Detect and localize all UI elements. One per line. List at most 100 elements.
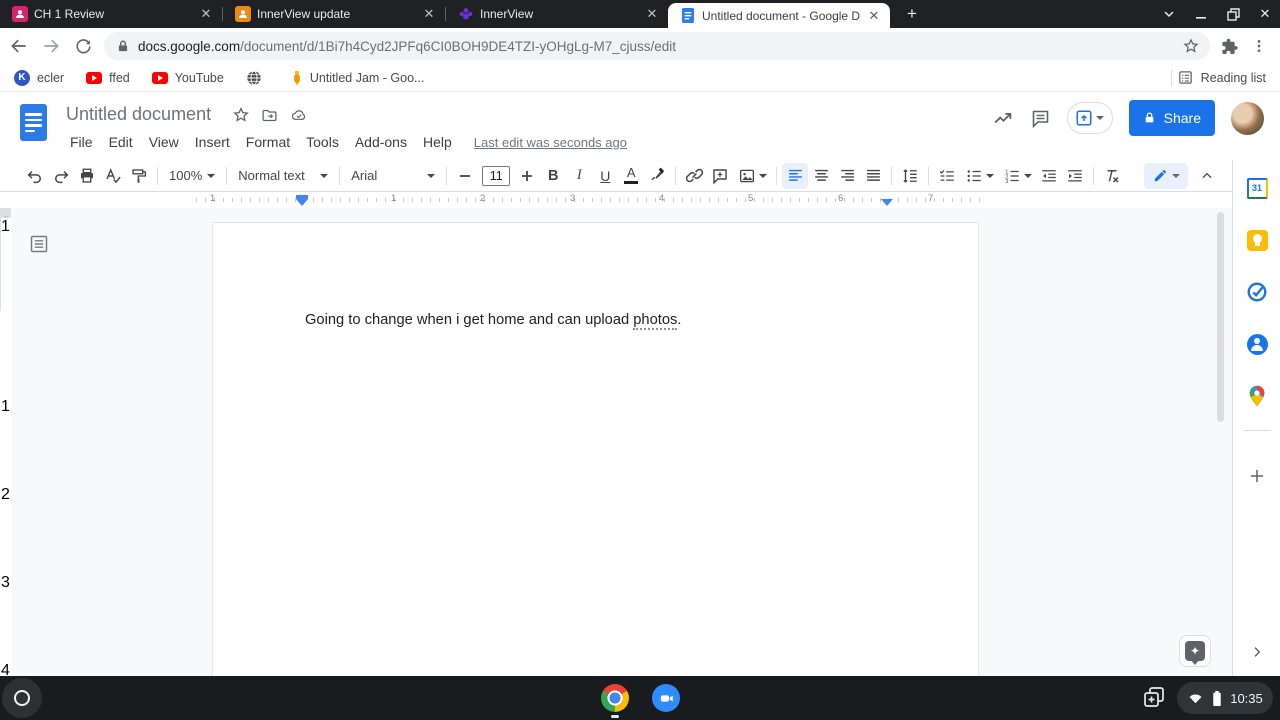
browser-menu-dots-icon[interactable] bbox=[1251, 38, 1267, 54]
menu-format[interactable]: Format bbox=[238, 132, 298, 152]
google-tasks-icon[interactable] bbox=[1245, 280, 1269, 304]
menu-file[interactable]: File bbox=[62, 132, 101, 152]
back-icon[interactable] bbox=[6, 33, 32, 59]
star-document-icon[interactable] bbox=[232, 106, 250, 124]
show-document-outline-button[interactable] bbox=[29, 234, 49, 254]
first-line-indent-marker[interactable] bbox=[296, 195, 308, 199]
menu-help[interactable]: Help bbox=[415, 132, 460, 152]
clear-formatting-button[interactable] bbox=[1099, 163, 1125, 189]
document-title[interactable]: Untitled document bbox=[66, 104, 211, 125]
status-tray[interactable]: 10:35 bbox=[1177, 682, 1273, 714]
hide-menus-button[interactable] bbox=[1194, 163, 1220, 189]
get-add-ons-button[interactable] bbox=[1245, 464, 1269, 488]
menu-edit[interactable]: Edit bbox=[101, 132, 141, 152]
menu-insert[interactable]: Insert bbox=[187, 132, 238, 152]
menu-view[interactable]: View bbox=[141, 132, 187, 152]
menu-tools[interactable]: Tools bbox=[298, 132, 347, 152]
tab-close-icon[interactable]: ✕ bbox=[644, 6, 660, 22]
hide-side-panel-button[interactable] bbox=[1245, 640, 1269, 664]
justify-button[interactable] bbox=[860, 163, 886, 189]
open-comments-icon[interactable] bbox=[1030, 108, 1051, 129]
editing-mode-button[interactable] bbox=[1144, 163, 1188, 189]
decrease-indent-button[interactable] bbox=[1036, 163, 1062, 189]
underline-button[interactable]: U bbox=[592, 163, 618, 189]
highlight-color-button[interactable] bbox=[644, 163, 670, 189]
extensions-puzzle-icon[interactable] bbox=[1220, 37, 1239, 56]
tab-close-icon[interactable]: ✕ bbox=[421, 6, 437, 22]
bold-button[interactable]: B bbox=[540, 163, 566, 189]
document-activity-icon[interactable] bbox=[992, 107, 1014, 129]
share-button[interactable]: Share bbox=[1129, 100, 1215, 136]
insert-image-button[interactable] bbox=[733, 163, 771, 189]
align-right-button[interactable] bbox=[834, 163, 860, 189]
forward-icon[interactable] bbox=[38, 33, 64, 59]
bookmark-youtube[interactable]: YouTube bbox=[152, 71, 224, 85]
checklist-button[interactable] bbox=[934, 163, 960, 189]
tab-untitled-document-active[interactable]: Untitled document - Google Docs ✕ bbox=[668, 3, 890, 28]
tab-innerview[interactable]: InnerView ✕ bbox=[446, 0, 668, 28]
menu-add-ons[interactable]: Add-ons bbox=[347, 132, 415, 152]
text-color-button[interactable]: A bbox=[618, 163, 644, 189]
google-maps-icon[interactable] bbox=[1245, 384, 1269, 408]
close-window-button[interactable]: ✕ bbox=[1256, 5, 1274, 23]
bookmark-label: YouTube bbox=[175, 71, 224, 85]
google-docs-logo-icon[interactable] bbox=[20, 104, 47, 141]
increase-indent-button[interactable] bbox=[1062, 163, 1088, 189]
align-center-button[interactable] bbox=[808, 163, 834, 189]
insert-link-button[interactable] bbox=[681, 163, 707, 189]
numbered-list-button[interactable]: 123 bbox=[998, 163, 1036, 189]
font-size-input[interactable]: 11 bbox=[482, 166, 510, 186]
bookmark-untitled-jam[interactable]: Untitled Jam - Goo... bbox=[291, 70, 425, 86]
tab-close-icon[interactable]: ✕ bbox=[866, 8, 882, 24]
address-bar[interactable]: docs.google.com/document/d/1Bi7h4Cyd2JPF… bbox=[104, 32, 1210, 60]
reload-icon[interactable] bbox=[70, 33, 96, 59]
decrease-font-size-button[interactable] bbox=[452, 163, 478, 189]
bookmark-star-icon[interactable] bbox=[1182, 37, 1200, 55]
bookmark-globe[interactable] bbox=[246, 70, 269, 86]
line-spacing-button[interactable] bbox=[897, 163, 923, 189]
tab-innerview-update[interactable]: InnerView update ✕ bbox=[223, 0, 445, 28]
document-text-line[interactable]: Going to change when i get home and can … bbox=[305, 312, 681, 328]
tab-search-chevron-icon[interactable] bbox=[1160, 5, 1178, 23]
redo-button[interactable] bbox=[48, 163, 74, 189]
undo-button[interactable] bbox=[22, 163, 48, 189]
font-select[interactable]: Arial bbox=[345, 163, 441, 189]
left-indent-marker[interactable] bbox=[296, 199, 308, 206]
account-avatar[interactable] bbox=[1231, 102, 1264, 135]
paint-format-button[interactable] bbox=[126, 163, 152, 189]
minimize-window-button[interactable] bbox=[1192, 5, 1210, 23]
horizontal-ruler[interactable]: 1 1 2 3 4 5 6 7 bbox=[0, 192, 1232, 208]
restore-window-button[interactable] bbox=[1224, 5, 1242, 23]
last-edit-link[interactable]: Last edit was seconds ago bbox=[474, 132, 627, 152]
new-tab-button[interactable]: + bbox=[900, 2, 924, 26]
google-keep-icon[interactable] bbox=[1245, 228, 1269, 252]
add-comment-button[interactable] bbox=[707, 163, 733, 189]
cloud-saved-icon[interactable] bbox=[289, 107, 309, 123]
document-page[interactable]: Going to change when i get home and can … bbox=[212, 222, 979, 676]
spellcheck-button[interactable] bbox=[100, 163, 126, 189]
styles-select[interactable]: Normal text bbox=[232, 163, 334, 189]
align-left-button[interactable] bbox=[782, 163, 808, 189]
right-indent-marker[interactable] bbox=[881, 199, 893, 206]
tab-close-icon[interactable]: ✕ bbox=[198, 6, 214, 22]
explore-button[interactable]: ✦ bbox=[1179, 635, 1211, 667]
zoom-select[interactable]: 100% bbox=[163, 163, 221, 189]
chrome-app-icon[interactable] bbox=[601, 684, 629, 712]
bookmark-ecler[interactable]: K ecler bbox=[14, 70, 64, 86]
screen-capture-tray-icon[interactable] bbox=[1142, 685, 1166, 709]
present-button[interactable] bbox=[1067, 102, 1113, 134]
bulleted-list-button[interactable] bbox=[960, 163, 998, 189]
google-contacts-icon[interactable] bbox=[1245, 332, 1269, 356]
move-to-folder-icon[interactable] bbox=[260, 107, 279, 124]
vertical-scrollbar[interactable] bbox=[1217, 212, 1224, 422]
increase-font-size-button[interactable] bbox=[514, 163, 540, 189]
google-calendar-icon[interactable]: 31 bbox=[1245, 176, 1269, 200]
ruler-number: 1 bbox=[391, 193, 396, 204]
italic-button[interactable]: I bbox=[566, 163, 592, 189]
print-button[interactable] bbox=[74, 163, 100, 189]
bookmark-ffed[interactable]: ffed bbox=[86, 71, 130, 85]
zoom-app-icon[interactable] bbox=[652, 684, 680, 712]
spellcheck-flagged-word[interactable]: photos bbox=[633, 312, 677, 330]
tab-ch1-review[interactable]: CH 1 Review ✕ bbox=[0, 0, 222, 28]
reading-list-button[interactable]: Reading list bbox=[1177, 69, 1266, 86]
